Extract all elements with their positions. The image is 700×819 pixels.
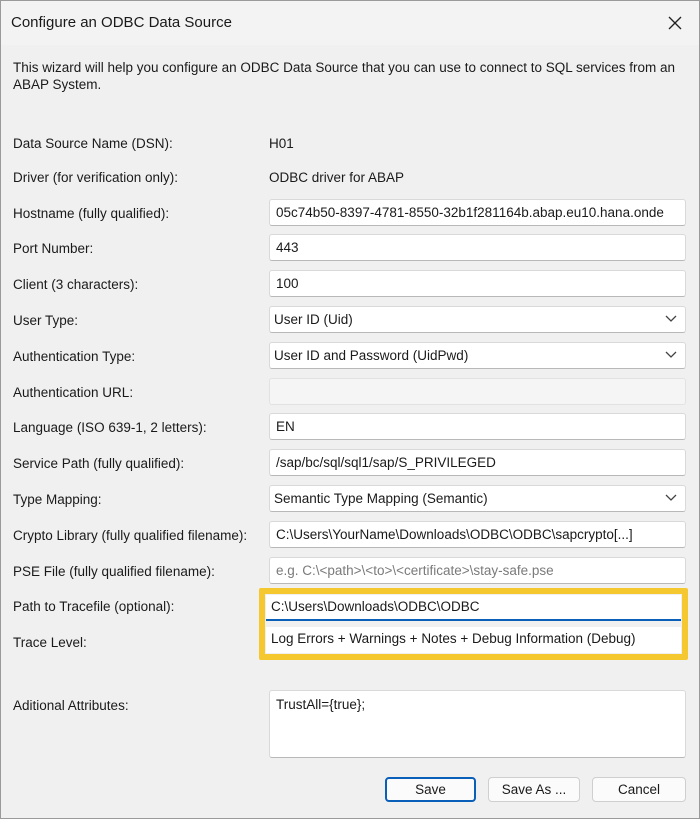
type-mapping-value: Semantic Type Mapping (Semantic) bbox=[274, 491, 488, 506]
trace-path-input[interactable]: C:\Users\Downloads\ODBC\ODBC bbox=[266, 595, 681, 621]
close-button[interactable] bbox=[661, 9, 689, 37]
additional-attributes-label: Aditional Attributes: bbox=[13, 698, 129, 713]
type-mapping-label: Type Mapping: bbox=[13, 492, 102, 507]
pse-file-label: PSE File (fully qualified filename): bbox=[13, 564, 215, 579]
trace-path-label: Path to Tracefile (optional): bbox=[13, 599, 175, 614]
service-path-input[interactable]: /sap/bc/sql/sql1/sap/S_PRIVILEGED bbox=[269, 449, 686, 476]
language-input[interactable]: EN bbox=[269, 413, 686, 440]
pse-file-input[interactable]: e.g. C:\<path>\<to>\<certificate>\stay-s… bbox=[269, 557, 686, 584]
crypto-lib-label: Crypto Library (fully qualified filename… bbox=[13, 528, 248, 543]
dsn-label: Data Source Name (DSN): bbox=[13, 136, 173, 151]
user-type-label: User Type: bbox=[13, 313, 79, 328]
auth-type-label: Authentication Type: bbox=[13, 349, 136, 364]
chevron-down-icon bbox=[665, 494, 677, 501]
driver-label: Driver (for verification only): bbox=[13, 170, 179, 185]
cancel-button[interactable]: Cancel bbox=[592, 777, 686, 802]
auth-url-input bbox=[269, 378, 686, 405]
dsn-value: H01 bbox=[269, 136, 294, 151]
chevron-down-icon bbox=[665, 351, 677, 358]
chevron-down-icon bbox=[665, 315, 677, 322]
auth-type-value: User ID and Password (UidPwd) bbox=[274, 348, 469, 363]
trace-level-label: Trace Level: bbox=[13, 635, 87, 650]
intro-text: This wizard will help you configure an O… bbox=[13, 60, 676, 92]
language-label: Language (ISO 639-1, 2 letters): bbox=[13, 420, 207, 435]
auth-type-select[interactable]: User ID and Password (UidPwd) bbox=[269, 342, 686, 369]
hostname-input[interactable]: 05c74b50-8397-4781-8550-32b1f281164b.aba… bbox=[269, 199, 686, 226]
auth-url-label: Authentication URL: bbox=[13, 385, 134, 400]
save-as-button[interactable]: Save As ... bbox=[488, 777, 580, 802]
service-path-label: Service Path (fully qualified): bbox=[13, 456, 185, 471]
additional-attributes-input[interactable]: TrustAll={true}; bbox=[269, 690, 686, 758]
hostname-label: Hostname (fully qualified): bbox=[13, 206, 170, 221]
trace-level-select[interactable]: Log Errors + Warnings + Notes + Debug In… bbox=[266, 627, 681, 653]
user-type-select[interactable]: User ID (Uid) bbox=[269, 306, 686, 333]
type-mapping-select[interactable]: Semantic Type Mapping (Semantic) bbox=[269, 485, 686, 512]
close-icon bbox=[668, 16, 682, 30]
client-input[interactable]: 100 bbox=[269, 270, 686, 297]
title-bar: Configure an ODBC Data Source bbox=[1, 1, 699, 45]
client-label: Client (3 characters): bbox=[13, 277, 139, 292]
crypto-lib-input[interactable]: C:\Users\YourName\Downloads\ODBC\ODBC\sa… bbox=[269, 521, 686, 548]
driver-value: ODBC driver for ABAP bbox=[269, 170, 405, 185]
save-button[interactable]: Save bbox=[385, 777, 476, 802]
window-title: Configure an ODBC Data Source bbox=[11, 14, 232, 31]
pse-file-placeholder: e.g. C:\<path>\<to>\<certificate>\stay-s… bbox=[276, 563, 554, 578]
odbc-config-dialog: Configure an ODBC Data Source This wizar… bbox=[0, 0, 700, 819]
port-input[interactable]: 443 bbox=[269, 234, 686, 261]
port-label: Port Number: bbox=[13, 241, 94, 256]
user-type-value: User ID (Uid) bbox=[274, 312, 353, 327]
